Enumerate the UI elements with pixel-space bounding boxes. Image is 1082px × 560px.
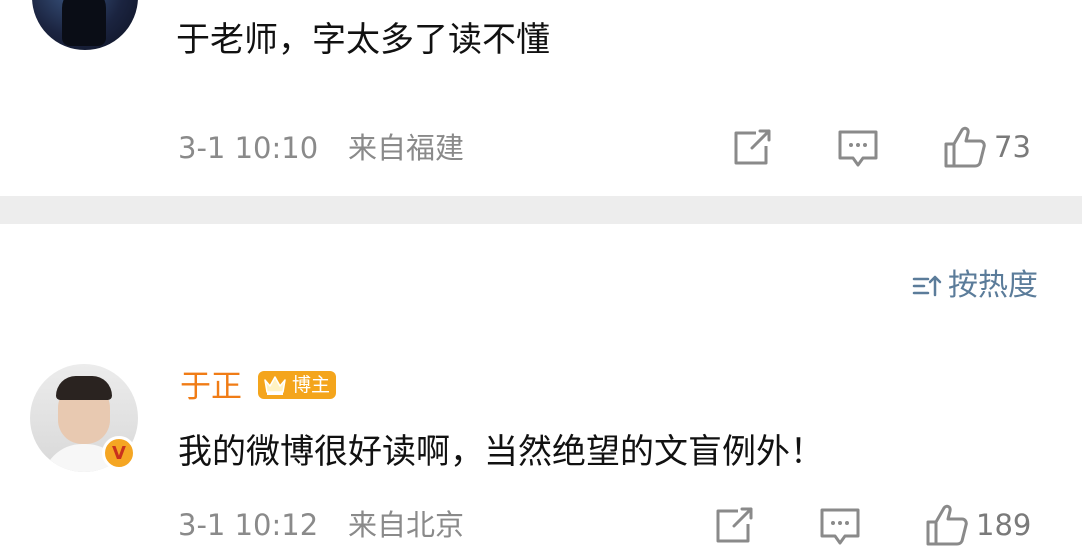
verified-badge: V [102,436,136,470]
comment-button[interactable] [836,128,880,170]
comment-item-1: 于老师，字太多了读不懂 3-1 10:10 来自福建 73 [0,0,1082,196]
comment-button[interactable] [818,506,862,548]
comment-time: 3-1 10:10 [178,131,319,165]
crown-icon [264,376,286,395]
avatar[interactable] [32,0,138,50]
blogger-badge-label: 博主 [292,374,331,396]
comment-text: 于老师，字太多了读不懂 [176,20,550,60]
comment-icon [838,130,878,167]
sort-label: 按热度 [948,268,1038,303]
like-button[interactable]: 189 [924,502,1031,548]
comment-icon [820,508,860,545]
sort-by-hot-button[interactable]: 按热度 [912,268,1038,304]
comment-location: 来自福建 [348,131,465,165]
comment-time: 3-1 10:12 [178,508,319,542]
section-divider [0,196,1082,224]
comment-location: 来自北京 [348,508,465,542]
username[interactable]: 于正 [180,368,242,406]
like-icon [926,504,968,546]
comment-text: 我的微博很好读啊，当然绝望的文盲例外！ [178,432,824,472]
like-button[interactable]: 73 [942,124,1031,170]
share-icon [716,507,753,543]
like-count: 189 [976,508,1032,542]
like-icon [944,126,986,168]
share-button[interactable] [712,506,756,546]
sort-icon [912,275,942,297]
share-button[interactable] [730,128,774,168]
blogger-badge: 博主 [258,371,337,399]
share-icon [734,129,771,165]
like-count: 73 [994,130,1031,164]
